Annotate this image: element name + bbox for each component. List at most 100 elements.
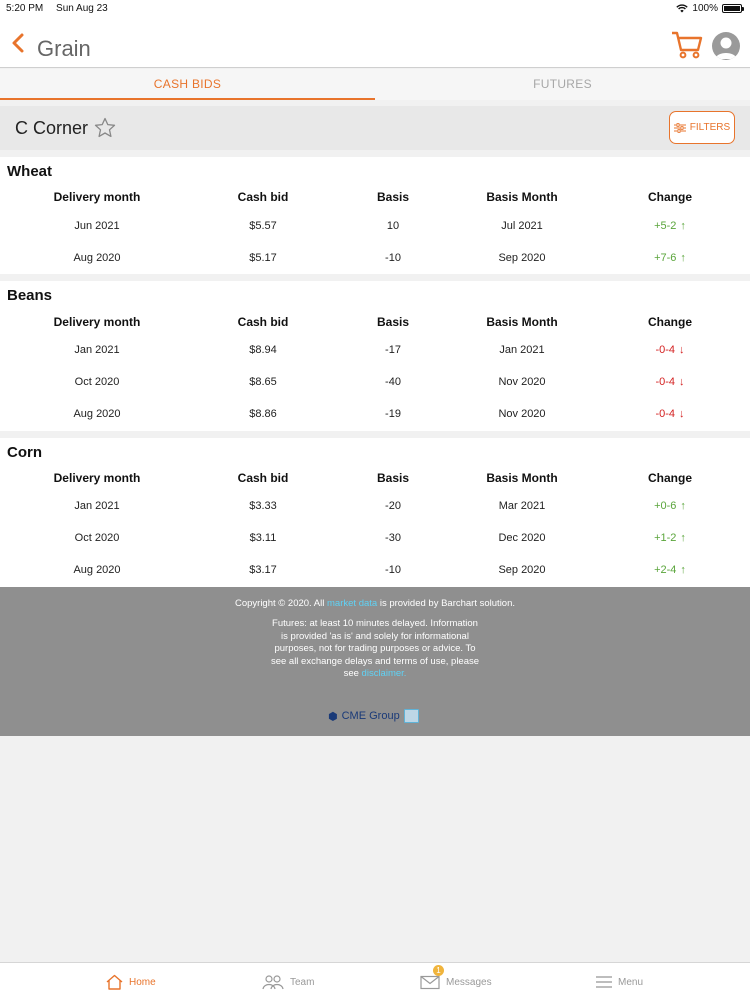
tab-futures[interactable]: FUTURES (375, 69, 750, 100)
col-basis: Basis (376, 471, 410, 485)
status-bar: 5:20 PM Sun Aug 23 100% (0, 0, 750, 18)
col-change: Change (647, 315, 692, 329)
chart-icon (403, 709, 419, 723)
page-title: Grain (37, 36, 91, 61)
delivery-month: Aug 2020 (73, 252, 121, 264)
cash-bid: $8.65 (249, 376, 277, 388)
home-icon (106, 974, 123, 990)
basis-month: Jul 2021 (501, 220, 543, 232)
sliders-icon (673, 122, 686, 133)
copyright-pre: Copyright © 2020. All (234, 598, 325, 609)
tab-cash-bids[interactable]: CASH BIDS (0, 69, 375, 100)
cash-bid: $3.11 (249, 532, 277, 544)
col-basis-month: Basis Month (486, 315, 558, 329)
col-delivery-month: Delivery month (53, 471, 141, 485)
basis-month: Sep 2020 (498, 564, 546, 576)
beans-section: Beans Delivery month Cash bid Basis Basi… (0, 281, 750, 431)
basis-month: Sep 2020 (498, 252, 546, 264)
corn-section: Corn Delivery month Cash bid Basis Basis… (0, 438, 750, 587)
change-text: +7-6 (654, 252, 677, 264)
change-value: +2-4 ↑ (595, 564, 745, 576)
tabbar-menu-label: Menu (618, 976, 644, 988)
basis-month: Nov 2020 (498, 408, 546, 420)
basis: -17 (385, 344, 401, 356)
location-name: C Corner (15, 118, 89, 138)
tabbar-home-label: Home (129, 976, 156, 988)
section-title: Beans (7, 287, 53, 304)
disclaimer-footer: Copyright © 2020. All market data is pro… (0, 587, 750, 736)
tabbar-messages-label: Messages (446, 976, 492, 988)
delivery-month: Jan 2021 (74, 344, 120, 356)
col-delivery-month: Delivery month (53, 190, 141, 204)
filters-label: FILTERS (689, 122, 731, 133)
status-time: 5:20 PM (6, 3, 44, 14)
change-value: -0-4 ↓ (595, 408, 745, 420)
change-value: -0-4 ↓ (595, 376, 745, 388)
cash-bid: $5.57 (249, 220, 277, 232)
battery-percent: 100% (692, 3, 718, 14)
change-value: +7-6 ↑ (595, 252, 745, 264)
cme-group-logo: ⬢ CME Group (328, 709, 419, 723)
change-value: +5-2 ↑ (595, 220, 745, 232)
col-basis: Basis (376, 190, 410, 204)
arrow-down-icon: ↓ (679, 376, 685, 388)
filters-button[interactable]: FILTERS (669, 111, 735, 144)
star-icon[interactable] (93, 116, 117, 140)
delivery-month: Aug 2020 (73, 408, 121, 420)
col-change: Change (647, 471, 692, 485)
cash-bid: $8.94 (249, 344, 277, 356)
cme-globe-icon: ⬢ (328, 710, 338, 723)
col-basis: Basis (376, 315, 410, 329)
col-cash-bid: Cash bid (237, 190, 289, 204)
basis: -10 (385, 252, 401, 264)
tabbar-team[interactable]: Team (262, 971, 314, 993)
arrow-up-icon: ↑ (680, 252, 686, 264)
arrow-up-icon: ↑ (680, 220, 686, 232)
market-data-link[interactable]: market data (327, 598, 377, 609)
basis: -40 (385, 376, 401, 388)
arrow-up-icon: ↑ (680, 564, 686, 576)
change-value: +0-6 ↑ (595, 500, 745, 512)
status-date: Sun Aug 23 (56, 3, 108, 14)
tabbar-home[interactable]: Home (106, 971, 156, 993)
cash-bid: $5.17 (249, 252, 277, 264)
cash-bid: $8.86 (249, 408, 277, 420)
basis-month: Nov 2020 (498, 376, 546, 388)
cart-icon[interactable] (670, 28, 704, 60)
change-text: +1-2 (654, 532, 677, 544)
segment-tabs: CASH BIDS FUTURES (0, 69, 750, 100)
delivery-month: Oct 2020 (74, 532, 120, 544)
cash-bid: $3.17 (249, 564, 277, 576)
change-text: -0-4 (655, 344, 676, 356)
cme-logo-text: CME Group (341, 710, 400, 722)
delivery-month: Jan 2021 (74, 500, 120, 512)
location-bar: C Corner FILTERS (0, 106, 750, 150)
arrow-up-icon: ↑ (680, 500, 686, 512)
change-text: +0-6 (654, 500, 677, 512)
change-text: +2-4 (654, 564, 677, 576)
copyright-text: Copyright © 2020. All market data is pro… (0, 598, 750, 609)
change-text: -0-4 (655, 376, 676, 388)
col-cash-bid: Cash bid (237, 471, 289, 485)
battery-icon (722, 4, 744, 13)
section-title: Wheat (7, 163, 52, 180)
tabbar-menu[interactable]: Menu (596, 971, 643, 993)
col-cash-bid: Cash bid (237, 315, 289, 329)
wheat-section: Wheat Delivery month Cash bid Basis Basi… (0, 157, 750, 274)
basis: -30 (385, 532, 401, 544)
delivery-month: Jun 2021 (74, 220, 120, 232)
change-value: -0-4 ↓ (595, 344, 745, 356)
col-change: Change (647, 190, 692, 204)
arrow-up-icon: ↑ (680, 532, 686, 544)
col-basis-month: Basis Month (486, 190, 558, 204)
avatar-icon[interactable] (712, 32, 740, 60)
disclaimer-link[interactable]: disclaimer. (362, 668, 407, 679)
back-chevron-icon[interactable] (10, 32, 28, 54)
tabbar-messages[interactable]: 1 Messages (420, 965, 492, 993)
basis-month: Mar 2021 (498, 500, 546, 512)
basis: 10 (386, 220, 400, 232)
change-text: -0-4 (655, 408, 676, 420)
menu-icon (596, 976, 612, 988)
mail-icon (420, 975, 440, 989)
tabbar-team-label: Team (290, 976, 315, 988)
